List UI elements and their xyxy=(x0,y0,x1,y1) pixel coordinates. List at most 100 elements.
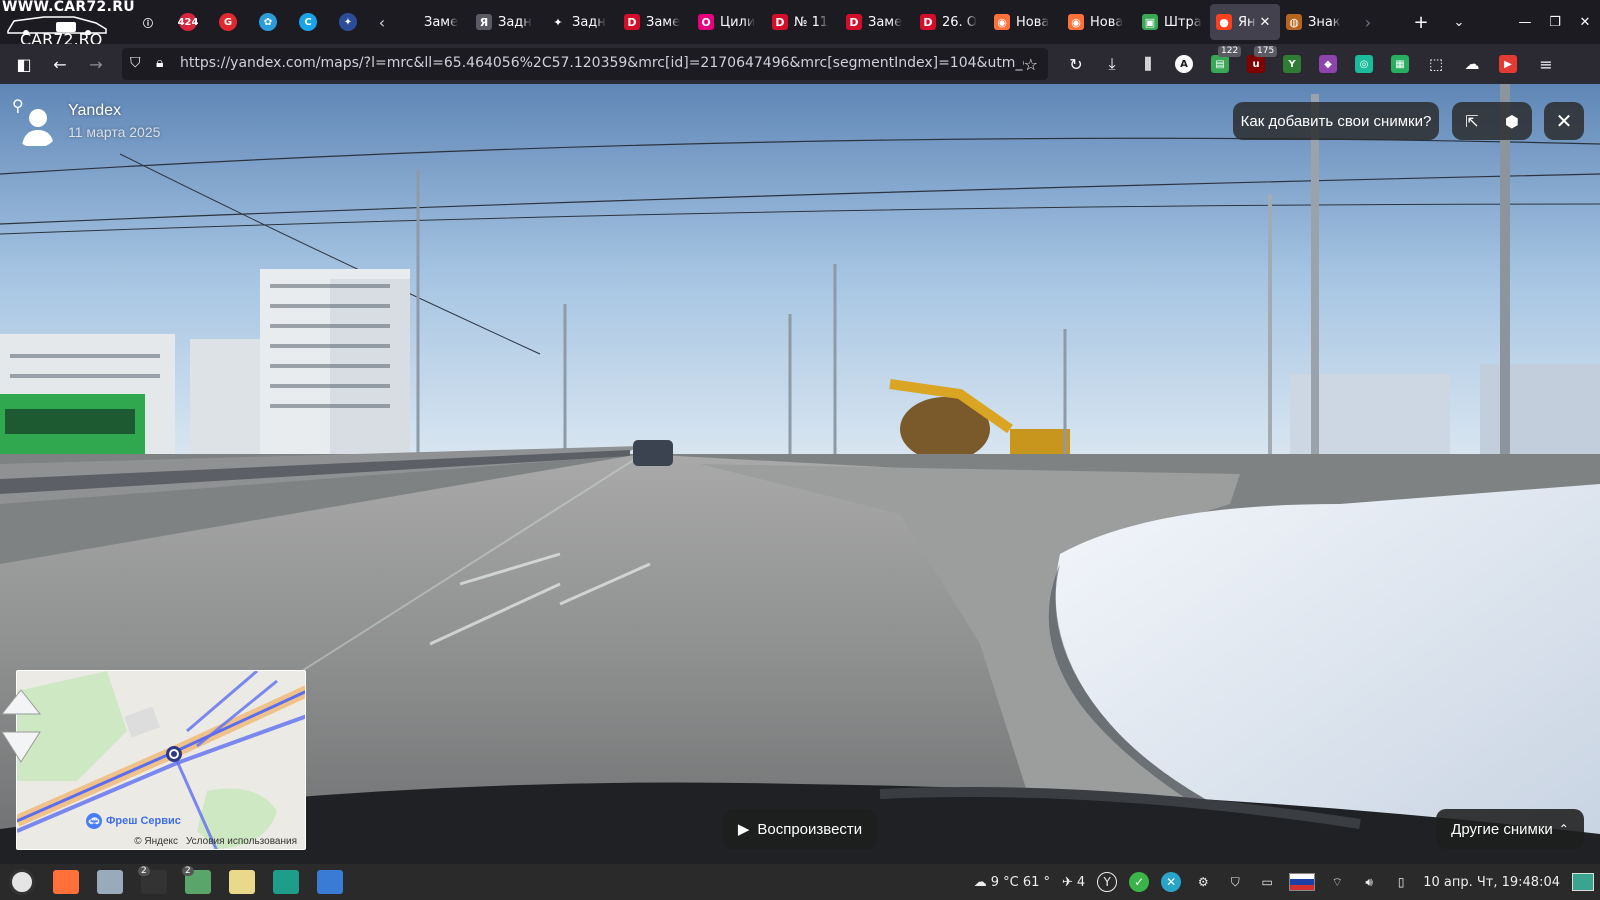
tab[interactable]: D № 11 xyxy=(766,4,840,40)
play-red-icon-glyph: ▶ xyxy=(1499,55,1517,73)
yandex-tray-icon[interactable]: Y xyxy=(1091,864,1123,900)
how-to-add-photos-button[interactable]: Как добавить свои снимки? xyxy=(1233,102,1439,140)
minimize-window-icon[interactable]: — xyxy=(1510,0,1540,44)
downloads-icon[interactable]: ⤓ xyxy=(1094,44,1130,84)
padlock-icon[interactable]: 🔒︎ xyxy=(156,55,163,71)
scroll-tabs-right-icon[interactable]: › xyxy=(1354,0,1382,44)
a-circle-icon[interactable]: A xyxy=(1166,44,1202,84)
reload-icon[interactable]: ↻ xyxy=(1058,44,1094,84)
green-ext-icon[interactable]: ▤ 122 xyxy=(1202,44,1242,84)
window-icon[interactable] xyxy=(308,864,352,900)
forward-arrow-icon[interactable]: → xyxy=(78,46,114,82)
steam-icon[interactable]: ⚙ xyxy=(1187,864,1219,900)
tab-label: Нова xyxy=(1016,14,1050,30)
drive-icon[interactable] xyxy=(88,864,132,900)
display-icon[interactable]: ▭ xyxy=(1251,864,1283,900)
author-name[interactable]: Yandex xyxy=(68,102,121,120)
security-shield-icon[interactable]: ⛉ xyxy=(1219,864,1251,900)
grid-ext-icon-glyph: ▦ xyxy=(1391,55,1409,73)
tab-favicon-icon: ✦ xyxy=(553,15,563,29)
new-tab-plus-icon[interactable]: + xyxy=(1402,0,1440,44)
map-pin-ext-icon-glyph: ◎ xyxy=(1355,55,1373,73)
move-forward-arrow-icon[interactable] xyxy=(0,684,42,720)
system-tray: ☁ 9 °C 61 ° ✈ 4 Y ✓ ✕ ⚙ ⛉ ▭ ⌔ 🔊︎ ▯ 10 ап… xyxy=(968,864,1600,900)
tracking-shield-icon[interactable]: ⛉ xyxy=(130,55,141,71)
tab[interactable]: Я Задн xyxy=(470,4,544,40)
url-bar[interactable]: ⛉ 🔒︎ https://yandex.com/maps/?l=mrc&ll=6… xyxy=(122,48,1048,80)
terms-link[interactable]: Условия использования xyxy=(186,836,297,847)
share-external-link-icon[interactable]: ⇱ xyxy=(1452,102,1492,140)
terminal-icon[interactable]: 2 xyxy=(132,864,176,900)
pinned-tab[interactable]: ✦ xyxy=(328,0,368,44)
tab[interactable]: D Заме xyxy=(840,4,914,40)
tab[interactable]: ◉ Нова xyxy=(1062,4,1136,40)
restore-window-icon[interactable]: ❐ xyxy=(1540,0,1570,44)
tab[interactable]: ✦ Задн xyxy=(544,4,618,40)
capture-icon[interactable]: ☁ xyxy=(1454,44,1490,84)
tab[interactable]: O Цили xyxy=(692,4,766,40)
wifi-icon[interactable]: ⌔ xyxy=(1321,864,1353,900)
library-icon[interactable]: ⫼ xyxy=(1130,44,1166,84)
back-arrow-icon[interactable]: ← xyxy=(42,46,78,82)
grid-ext-icon[interactable]: ▦ xyxy=(1382,44,1418,84)
weather-widget[interactable]: ☁ 9 °C 61 ° xyxy=(968,864,1056,900)
tab[interactable]: ◉ Нова xyxy=(988,4,1062,40)
pinned-tab[interactable]: ✿ xyxy=(248,0,288,44)
move-back-arrow-icon[interactable] xyxy=(0,728,42,764)
close-tab-icon[interactable]: ✕ xyxy=(1260,15,1271,30)
play-button[interactable]: ▶ Воспроизвести xyxy=(723,809,877,849)
pinned-tab[interactable]: C xyxy=(288,0,328,44)
tab[interactable]: ◍ Знак xyxy=(1280,4,1354,40)
tab-favicon-icon: Я xyxy=(476,14,492,30)
scroll-tabs-left-icon[interactable]: ‹ xyxy=(368,0,396,44)
g-red-icon: G xyxy=(219,13,237,31)
update-check-icon[interactable]: ✓ xyxy=(1123,864,1155,900)
minimap-poi-label: Фреш Сервис xyxy=(106,815,181,827)
minimap-poi[interactable]: 🚗︎ Фреш Сервис xyxy=(86,813,181,829)
show-desktop-icon[interactable] xyxy=(1566,864,1600,900)
close-panorama-icon[interactable]: ✕ xyxy=(1544,102,1584,140)
close-window-icon[interactable]: ✕ xyxy=(1570,0,1600,44)
minimap[interactable]: 🚗︎ Фреш Сервис © Яндекс Условия использов… xyxy=(16,670,306,850)
url-text[interactable]: https://yandex.com/maps/?l=mrc&ll=65.464… xyxy=(180,55,1024,71)
wind-text: 4 xyxy=(1076,874,1086,890)
puzzle-icon[interactable]: ⬚ xyxy=(1418,44,1454,84)
tab-label: Нова xyxy=(1090,14,1124,30)
mint-menu-icon[interactable] xyxy=(0,864,44,900)
map-pin-ext-icon[interactable]: ◎ xyxy=(1346,44,1382,84)
sidebar-toggle-icon[interactable]: ◧ xyxy=(6,46,42,82)
firefox-icon[interactable] xyxy=(44,864,88,900)
wind-widget[interactable]: ✈ 4 xyxy=(1056,864,1091,900)
tab[interactable]: D Заме xyxy=(618,4,692,40)
pinned-tab[interactable]: 424 xyxy=(168,0,208,44)
pinned-tabs: ⓘ 424 G ✿ C ✦ xyxy=(128,0,368,44)
pinned-tab[interactable]: G xyxy=(208,0,248,44)
tab[interactable]: D 26. О xyxy=(914,4,988,40)
play-red-icon[interactable]: ▶ xyxy=(1490,44,1526,84)
bookmark-star-icon[interactable]: ☆ xyxy=(1024,55,1038,74)
volume-icon[interactable]: 🔊︎ xyxy=(1353,864,1385,900)
clock[interactable]: 10 апр. Чт, 19:48:04 xyxy=(1417,864,1566,900)
wind-icon: ✈ xyxy=(1062,874,1073,890)
battery-icon[interactable]: ▯ xyxy=(1385,864,1417,900)
tab[interactable]: ▣ Штра xyxy=(1136,4,1210,40)
tab-active[interactable]: ● Ян ✕ xyxy=(1210,4,1280,40)
yandex-shield-icon[interactable]: Y xyxy=(1274,44,1310,84)
xapp-tray-icon[interactable]: ✕ xyxy=(1155,864,1187,900)
ublock-icon[interactable]: u 175 xyxy=(1238,44,1278,84)
tab-bar-controls: + ⌄ — ❐ ✕ xyxy=(1402,0,1600,44)
russian-flag-keyboard-icon[interactable] xyxy=(1283,864,1321,900)
tab-label: Штра xyxy=(1164,14,1202,30)
tab-label: Знак xyxy=(1308,14,1341,30)
pinned-tab[interactable]: ⓘ xyxy=(128,0,168,44)
text-editor-icon[interactable] xyxy=(220,864,264,900)
report-problem-icon[interactable]: ⬢ xyxy=(1492,102,1532,140)
files-icon[interactable]: 2 xyxy=(176,864,220,900)
panorama-view[interactable]: 🚗︎ Фреш Сервис © Яндекс Условия использов… xyxy=(0,84,1600,864)
app-menu-hamburger-icon[interactable]: ≡ xyxy=(1528,44,1564,84)
other-photos-button[interactable]: Другие снимки ⌃ xyxy=(1436,809,1584,849)
xapp-icon[interactable] xyxy=(264,864,308,900)
list-all-tabs-chevron-down-icon[interactable]: ⌄ xyxy=(1440,0,1478,44)
cube-icon[interactable]: ◆ xyxy=(1310,44,1346,84)
tab[interactable]: Заме xyxy=(396,4,470,40)
